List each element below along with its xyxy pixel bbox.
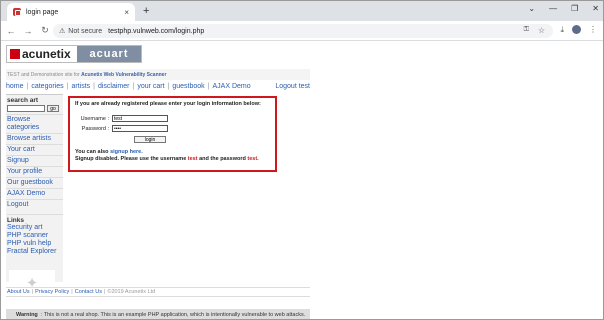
disabled-username: test: [187, 156, 198, 162]
username-label: Username :: [80, 115, 109, 122]
security-label[interactable]: Not secure: [68, 28, 102, 35]
reload-icon[interactable]: ↻: [38, 25, 52, 36]
password-label: Password :: [81, 125, 109, 132]
sidebar-ajax-demo[interactable]: AJAX Demo: [6, 188, 63, 199]
restore-icon[interactable]: ❐: [571, 4, 578, 13]
search-input[interactable]: [7, 105, 45, 112]
link-security-art[interactable]: Security art: [6, 224, 63, 232]
address-bar[interactable]: ⚠ Not secure testphp.vulnweb.com/login.p…: [53, 24, 553, 38]
link-php-scanner[interactable]: PHP scanner: [6, 232, 63, 240]
top-menu: home | categories | artists | disclaimer | y…: [6, 83, 310, 90]
back-arrow-icon[interactable]: ←: [4, 26, 18, 36]
menu-logout[interactable]: Logout test: [275, 83, 310, 90]
login-intro: If you are already registered please ent…: [75, 101, 261, 107]
sidebar-logout[interactable]: Logout: [6, 199, 63, 210]
sidebar-signup[interactable]: Signup: [6, 155, 63, 166]
site-favicon-icon: [13, 8, 21, 16]
disabled-prefix: Signup disabled. Please use the username: [75, 156, 187, 162]
browser-toolbar: ← → ↻ ⚠ Not secure testphp.vulnweb.com/l…: [1, 21, 603, 41]
footer-sep-3: |: [103, 289, 106, 295]
browser-window: login page × + ⌄ — ❐ ✕ ← → ↻ ⚠ Not secur…: [0, 0, 604, 320]
forward-arrow-icon[interactable]: →: [21, 26, 35, 36]
tab-title: login page: [26, 8, 59, 16]
link-fractal-explorer[interactable]: Fractal Explorer: [6, 248, 63, 256]
menu-artists[interactable]: artists: [71, 83, 90, 90]
menu-ajax-demo[interactable]: AJAX Demo: [213, 83, 251, 90]
menu-home[interactable]: home: [6, 83, 24, 90]
sidebar-browse-artists[interactable]: Browse artists: [6, 133, 63, 144]
menu-categories[interactable]: categories: [31, 83, 63, 90]
warning-label: Warning: [16, 312, 38, 318]
footer-contact-us[interactable]: Contact Us: [75, 289, 102, 295]
search-heading: search art: [7, 97, 39, 104]
sidebar-our-guestbook[interactable]: Our guestbook: [6, 177, 63, 188]
menu-kebab-icon[interactable]: ⋮: [589, 25, 597, 35]
disabled-mid: and the password: [199, 156, 246, 162]
tab-bar: login page × + ⌄ — ❐ ✕: [1, 1, 603, 21]
logo-acuart: acuart: [77, 46, 141, 62]
go-button[interactable]: go: [47, 105, 59, 112]
login-panel: If you are already registered please ent…: [68, 96, 277, 172]
tab-login-page[interactable]: login page ×: [7, 3, 135, 21]
tagline-prefix: TEST and Demonstration site for: [7, 72, 80, 78]
warning-banner: Warning : This is not a real shop. This …: [6, 309, 310, 319]
menu-your-cart[interactable]: your cart: [137, 83, 164, 90]
download-icon[interactable]: ⤓: [560, 25, 564, 35]
signup-text: You can also signup here.: [75, 149, 270, 155]
url-text[interactable]: testphp.vulnweb.com/login.php: [108, 28, 204, 35]
links-heading: Links: [7, 214, 63, 224]
footer: About Us | Privacy Policy | Contact Us |…: [6, 287, 310, 297]
username-row: Username : test: [75, 115, 270, 122]
close-window-icon[interactable]: ✕: [592, 4, 599, 13]
username-field[interactable]: test: [112, 115, 168, 122]
minimize-icon[interactable]: —: [549, 4, 557, 13]
password-row: Password : ••••: [75, 125, 270, 132]
signup-link[interactable]: signup here.: [110, 149, 143, 155]
links-section: Links Security art PHP scanner PHP vuln …: [6, 214, 63, 256]
window-controls: ⌄ — ❐ ✕: [528, 4, 599, 13]
disabled-password: test.: [247, 156, 259, 162]
tab-close-icon[interactable]: ×: [124, 8, 129, 17]
profile-avatar-icon[interactable]: [572, 25, 581, 34]
menu-guestbook[interactable]: guestbook: [172, 83, 204, 90]
footer-sep-1: |: [31, 289, 34, 295]
bookmark-star-icon[interactable]: ☆: [538, 26, 545, 35]
link-php-vuln-help[interactable]: PHP vuln help: [6, 240, 63, 248]
footer-copyright: ©2019 Acunetix Ltd: [107, 289, 156, 295]
logo-acunetix: acunetix: [7, 46, 77, 62]
web-page: acunetix acuart TEST and Demonstration s…: [1, 42, 603, 319]
warning-icon[interactable]: ⚠: [59, 27, 65, 35]
warning-text: : This is not a real shop. This is an ex…: [40, 312, 306, 318]
sidebar-your-profile[interactable]: Your profile: [6, 166, 63, 177]
acunetix-logo-icon: [10, 49, 20, 59]
footer-privacy-policy[interactable]: Privacy Policy: [35, 289, 69, 295]
sidebar-your-cart[interactable]: Your cart: [6, 144, 63, 155]
footer-about-us[interactable]: About Us: [7, 289, 30, 295]
signup-prefix: You can also: [75, 149, 109, 155]
toolbar-icons: ⤓ ⋮: [560, 25, 597, 35]
tagline: TEST and Demonstration site for Acunetix…: [6, 69, 310, 80]
chevron-down-icon[interactable]: ⌄: [528, 4, 535, 13]
login-button[interactable]: login: [134, 136, 166, 143]
logo-left-text: acunetix: [22, 47, 71, 61]
new-tab-button[interactable]: +: [143, 5, 149, 17]
tagline-link[interactable]: Acunetix Web Vulnerability Scanner: [81, 72, 166, 78]
site-logo[interactable]: acunetix acuart: [6, 45, 142, 63]
key-icon[interactable]: ⚿: [524, 26, 529, 34]
sidebar-browse-categories[interactable]: Browse categories: [6, 114, 63, 133]
signup-disabled-text: Signup disabled. Please use the username…: [75, 156, 270, 162]
search-row: go: [7, 105, 63, 112]
sidebar: search art go Browse categories Browse a…: [6, 94, 63, 296]
password-field[interactable]: ••••: [112, 125, 168, 132]
menu-disclaimer[interactable]: disclaimer: [98, 83, 130, 90]
footer-sep-2: |: [71, 289, 73, 295]
